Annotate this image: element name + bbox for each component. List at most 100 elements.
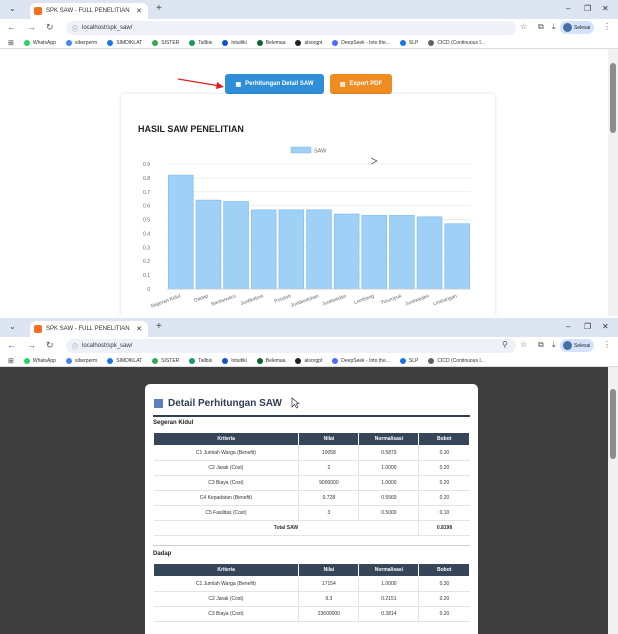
menu-icon[interactable]: ⋮	[603, 22, 611, 31]
bookmark-item[interactable]: DeepSeek - Into the...	[332, 357, 390, 364]
url-input[interactable]: ⓘ localhost/spk_saw/	[66, 21, 516, 35]
table-header-row: Kriteria Nilai Normalisasi Bobot	[152, 432, 470, 446]
bookmark-item[interactable]: WhatsApp	[23, 357, 56, 364]
bookmark-label: SLP	[408, 39, 419, 46]
forward-icon[interactable]: →	[27, 340, 36, 350]
bookmark-item[interactable]: SLP	[399, 357, 418, 364]
detail-saw-button[interactable]: ▦ Perhitungan Detail SAW	[225, 74, 324, 94]
bookmark-item[interactable]: Intuitiki	[222, 39, 247, 46]
bookmark-item[interactable]: alsorgpt	[295, 39, 323, 46]
menu-icon[interactable]: ⋮	[603, 340, 611, 349]
bookmark-item[interactable]: alsorgpt	[295, 357, 323, 364]
x-tick-label: Juntikebon	[240, 293, 265, 307]
bookmark-icon	[399, 357, 406, 364]
reload-icon[interactable]: ↻	[46, 340, 54, 351]
bookmark-icon	[256, 357, 263, 364]
download-icon[interactable]: ⤓	[552, 340, 556, 350]
close-window-icon[interactable]: ✕	[602, 4, 609, 13]
bookmark-label: CICD (Continuous I...	[437, 39, 485, 46]
bookmark-item[interactable]: SLP	[399, 39, 419, 46]
restore-icon[interactable]: ❐	[584, 4, 591, 13]
favicon-icon	[34, 7, 42, 15]
chevron-down-icon[interactable]: ⌄	[9, 322, 16, 331]
browser-tab[interactable]: SPK SAW - FULL PENELITIAN ✕	[30, 3, 148, 19]
bookmark-icon	[295, 357, 302, 364]
bookmark-item[interactable]: CICD (Continuous I...	[428, 357, 485, 364]
table-cell: 10058	[298, 445, 360, 461]
scrollbar-thumb[interactable]	[610, 63, 616, 133]
bookmark-item[interactable]: Tallbis	[189, 39, 212, 46]
detail-saw-label: Perhitungan Detail SAW	[245, 81, 314, 87]
bookmark-icon	[65, 357, 72, 364]
profile-button[interactable]: Selesai	[560, 21, 594, 34]
scrollbar-thumb[interactable]	[610, 389, 616, 459]
bookmark-item[interactable]: Belemaa	[256, 39, 286, 46]
star-icon[interactable]: ☆	[520, 340, 527, 349]
column-header: Nilai	[298, 563, 360, 577]
bookmark-icon	[332, 357, 339, 364]
bookmark-item[interactable]: SIMDIKLAT	[107, 357, 142, 364]
bookmark-item[interactable]: SIMDIKLAT	[107, 39, 142, 46]
tab-bar: ⌄ SPK SAW - FULL PENELITIAN ✕ + – ❐ ✕	[0, 318, 618, 337]
bookmark-label: alsorgpt	[304, 357, 323, 364]
close-icon[interactable]: ✕	[136, 7, 142, 15]
scrollbar[interactable]	[608, 367, 618, 634]
close-window-icon[interactable]: ✕	[602, 322, 609, 331]
minimize-icon[interactable]: –	[566, 4, 570, 13]
plus-icon[interactable]: +	[156, 3, 162, 14]
table-cell: C3 Biaya (Cost)	[153, 606, 300, 622]
profile-button[interactable]: Selesai	[560, 339, 594, 352]
bookmark-item[interactable]: siberperm	[65, 39, 97, 46]
table-cell: 0.20	[418, 606, 470, 622]
bookmark-icon	[152, 39, 159, 46]
apps-icon[interactable]: ⊞	[8, 39, 14, 47]
table-cell: 17154	[298, 576, 360, 592]
reload-icon[interactable]: ↻	[46, 22, 54, 33]
scrollbar[interactable]	[608, 49, 618, 316]
browser-tab[interactable]: SPK SAW - FULL PENELITIAN ✕	[30, 321, 148, 337]
table-cell: 23600000	[298, 606, 360, 622]
zoom-icon[interactable]: ⚲	[502, 340, 508, 349]
bookmark-item[interactable]: Intuitiki	[222, 357, 247, 364]
bookmark-item[interactable]: Belemaa	[256, 357, 285, 364]
x-tick-label: Juntikedokan	[290, 293, 320, 309]
table-cell: C1 Jumlah Warga (Benefit)	[153, 445, 300, 461]
download-icon[interactable]: ⤓	[552, 22, 556, 32]
detail-modal: Detail Perhitungan SAW Segeran Kidul Krit…	[145, 384, 478, 634]
plus-icon[interactable]: +	[156, 321, 162, 332]
bookmark-label: alsorgpt	[304, 39, 323, 46]
info-icon[interactable]: ⓘ	[72, 24, 78, 33]
table-row: C2 Jarak (Cost) 2 1.0000 0.20	[153, 460, 470, 476]
bookmark-item[interactable]: CICD (Continuous I...	[428, 39, 485, 46]
extensions-icon[interactable]: ⧉	[538, 22, 544, 32]
column-header: Normalisasi	[358, 432, 420, 446]
back-icon[interactable]: ←	[7, 22, 16, 32]
info-icon[interactable]: ⓘ	[72, 342, 78, 351]
bookmark-item[interactable]: Tallbis	[189, 357, 212, 364]
bookmark-item[interactable]: WhatsApp	[23, 39, 56, 46]
bar	[389, 215, 415, 290]
bookmark-item[interactable]: SISTER	[152, 357, 179, 364]
bookmark-item[interactable]: SISTER	[152, 39, 179, 46]
section-title: Dadap	[153, 551, 172, 557]
bookmark-item[interactable]: siberperm	[65, 357, 97, 364]
bookmark-label: Belemaa	[265, 39, 286, 46]
table-cell: C3 Biaya (Cost)	[153, 475, 300, 491]
table-row: C3 Biaya (Cost) 23600000 0.3814 0.20	[153, 606, 470, 622]
forward-icon[interactable]: →	[27, 22, 36, 32]
chevron-down-icon[interactable]: ⌄	[9, 4, 16, 13]
bookmark-item[interactable]: DeepSeek - Into the...	[332, 39, 390, 46]
restore-icon[interactable]: ❐	[584, 322, 591, 331]
avatar	[563, 341, 572, 350]
minimize-icon[interactable]: –	[566, 322, 570, 331]
star-icon[interactable]: ☆	[520, 22, 527, 31]
bookmark-label: DeepSeek - Into the...	[341, 357, 390, 364]
url-input[interactable]: ⓘ localhost/spk_saw/	[66, 339, 516, 353]
profile-label: Selesai	[574, 24, 591, 31]
apps-icon[interactable]: ⊞	[8, 357, 14, 365]
back-icon[interactable]: ←	[7, 340, 16, 350]
close-icon[interactable]: ✕	[136, 325, 142, 333]
extensions-icon[interactable]: ⧉	[538, 340, 544, 350]
table-cell: 0.5000	[358, 505, 420, 521]
export-pdf-button[interactable]: ▤ Export PDF	[330, 74, 392, 94]
